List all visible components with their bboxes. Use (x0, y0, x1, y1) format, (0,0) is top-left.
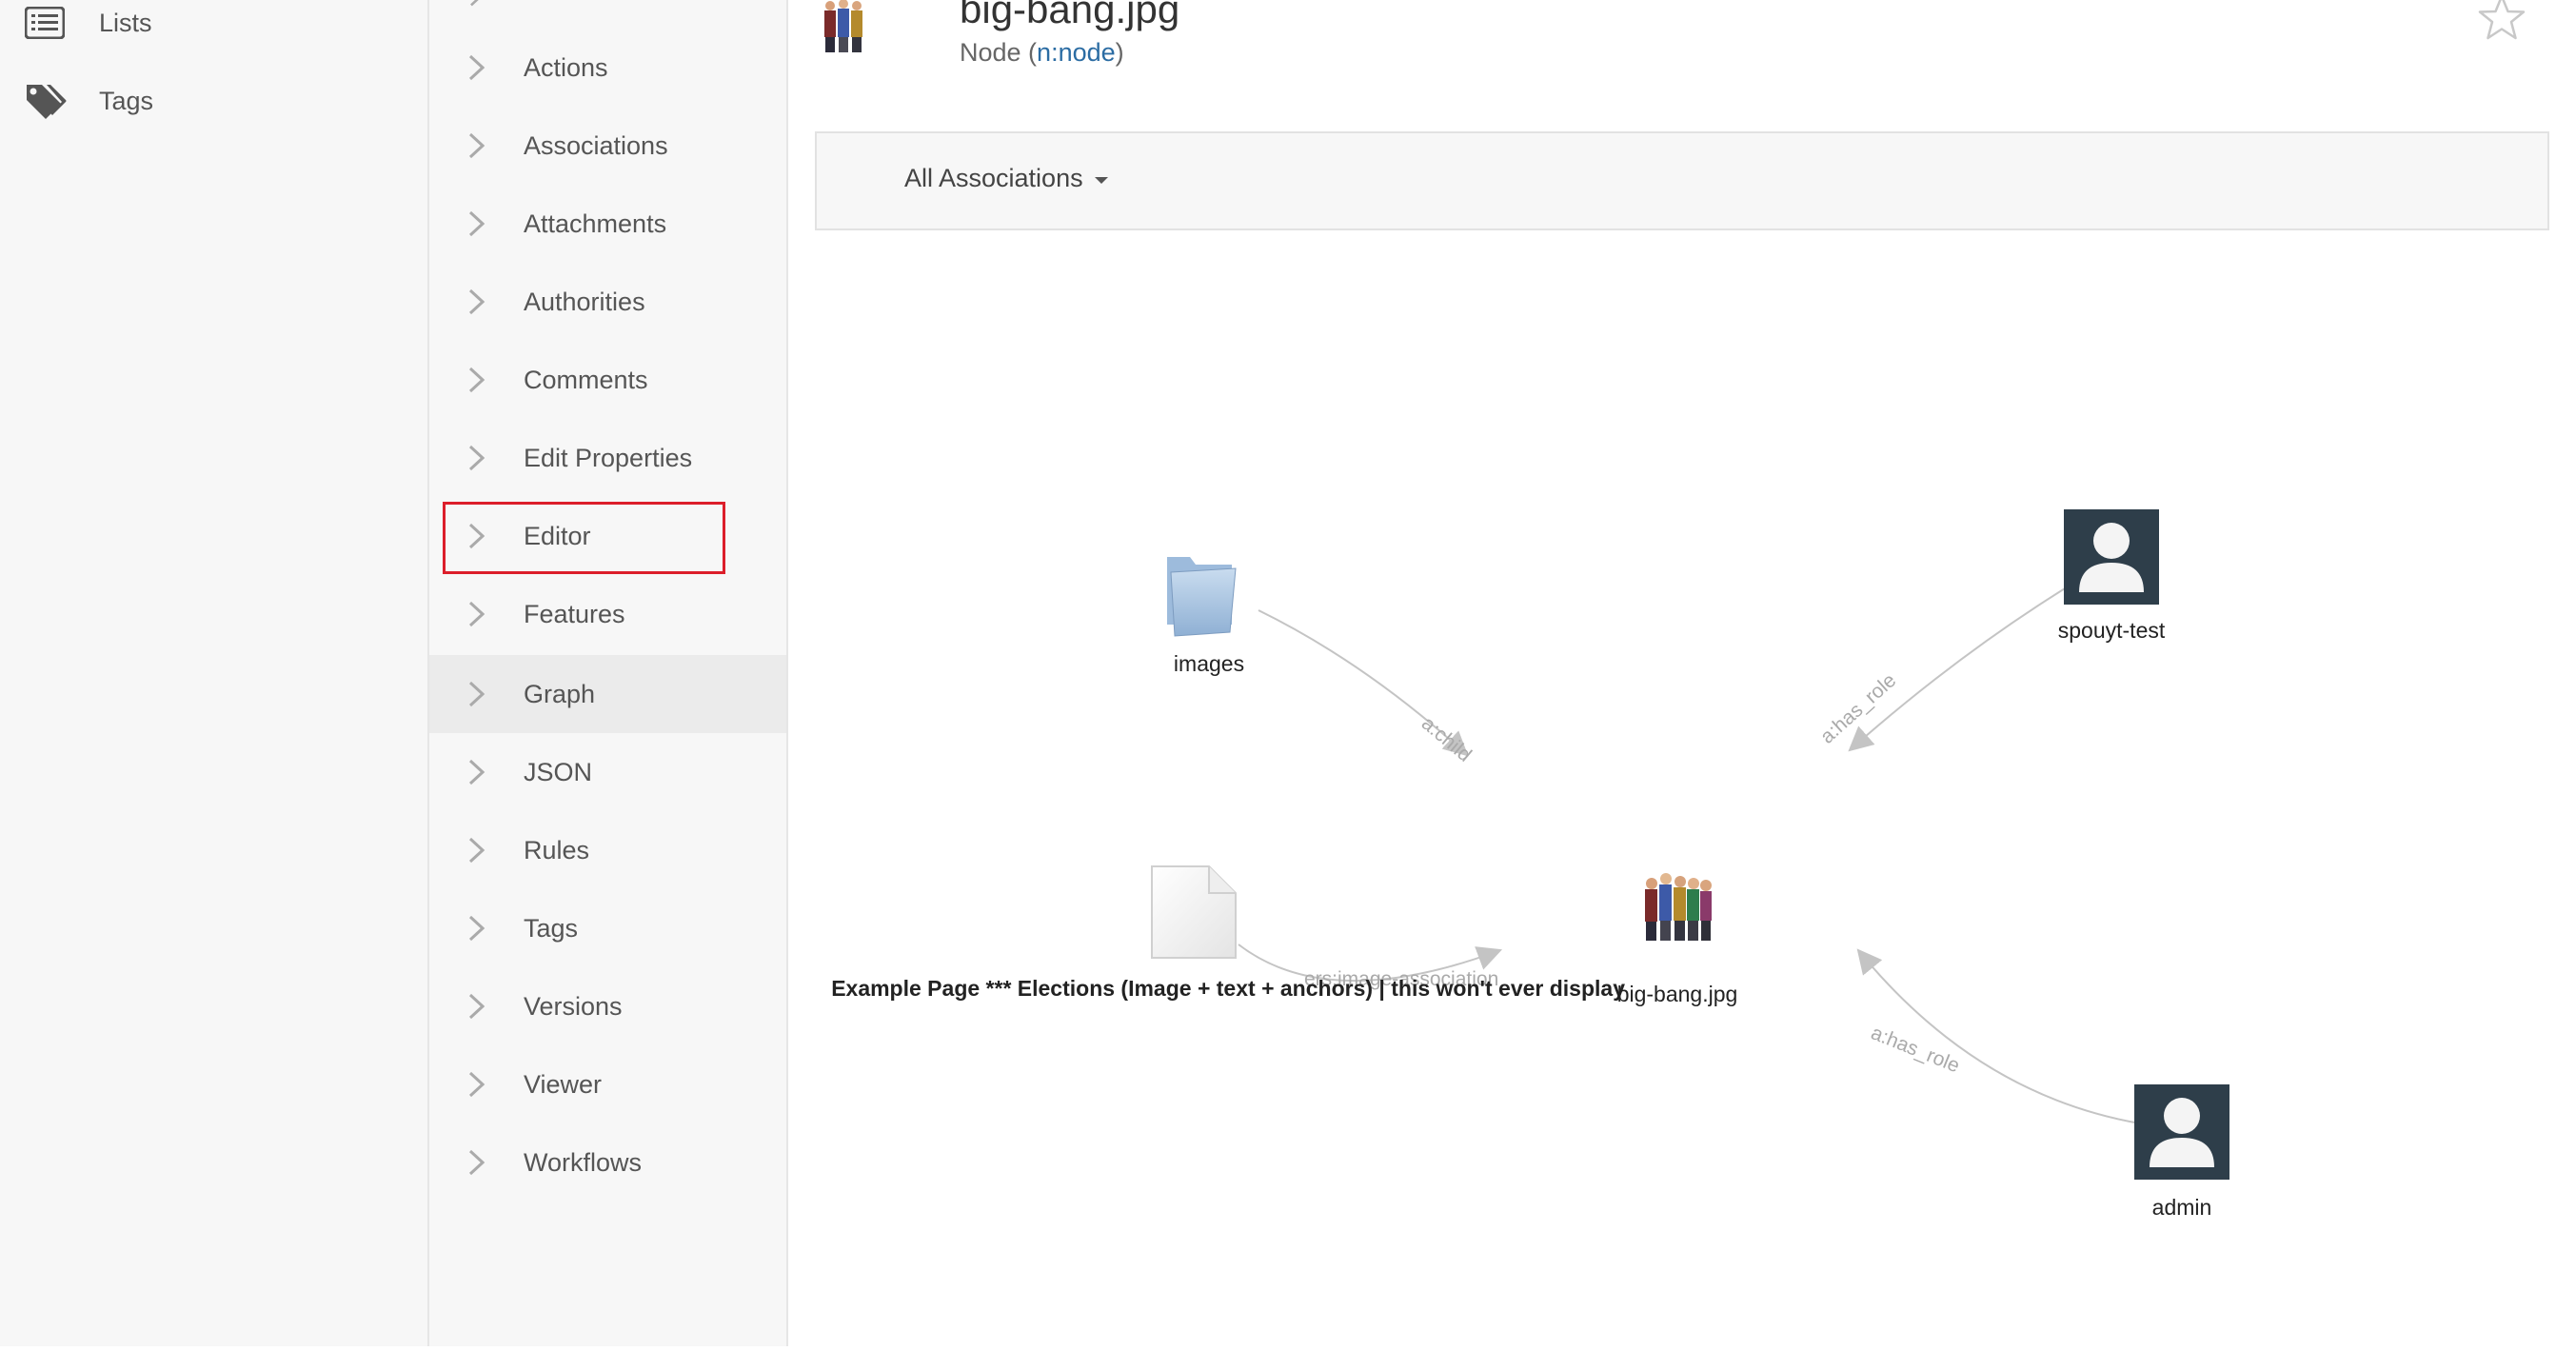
menu-item-viewer[interactable]: Viewer (429, 1045, 786, 1123)
chevron-right-icon (468, 601, 485, 627)
menu-item-label: Comments (524, 365, 648, 394)
menu-item-features[interactable]: Features (429, 575, 786, 653)
association-graph: a:child a:has_role a:has_role ers:image-… (815, 238, 2576, 1346)
graph-node-images[interactable]: images (1167, 557, 1244, 676)
folder-icon (1167, 557, 1237, 637)
graph-edge-label: a:has_role (1816, 669, 1900, 748)
chevron-right-icon (468, 288, 485, 315)
nav-item-label: Tags (99, 86, 154, 115)
menu-item-graph[interactable]: Graph (429, 655, 786, 733)
menu-item-actions[interactable]: Actions (429, 29, 786, 107)
graph-edge (1848, 585, 2071, 752)
graph-node-label: images (1174, 651, 1244, 676)
subtitle-suffix: ) (1115, 38, 1124, 67)
list-icon (23, 4, 67, 42)
graph-node-admin[interactable]: admin (2134, 1084, 2229, 1220)
menu-item-label: Edit Properties (524, 443, 693, 472)
menu-item-versions[interactable]: Versions (429, 967, 786, 1045)
menu-item-json[interactable]: JSON (429, 733, 786, 811)
chevron-right-icon (468, 681, 485, 707)
menu-item-label: Tags (524, 913, 579, 943)
menu-item-label: Graph (524, 679, 596, 708)
menu-item-authorities[interactable]: Authorities (429, 263, 786, 341)
association-filter-label: All Associations (904, 164, 1083, 192)
page-title: big-bang.jpg (960, 0, 1180, 31)
chevron-right-icon (468, 837, 485, 864)
chevron-right-icon (468, 54, 485, 81)
menu-item-label: Authorities (524, 287, 645, 316)
menu-item-rules[interactable]: Rules (429, 811, 786, 889)
menu-item-label: Rules (524, 835, 590, 864)
chevron-right-icon (468, 367, 485, 393)
caret-down-icon (1094, 177, 1108, 184)
node-actions-menu: Actions Associations Attachments Authori… (429, 0, 788, 1346)
menu-item-tags[interactable]: Tags (429, 889, 786, 967)
graph-node-label: admin (2152, 1195, 2212, 1220)
left-navigation: Lists Tags (0, 0, 429, 1346)
chevron-right-icon (466, 0, 487, 8)
chevron-right-icon (468, 993, 485, 1020)
tags-icon (23, 82, 67, 120)
chevron-right-icon (468, 210, 485, 237)
chevron-right-icon (468, 915, 485, 942)
menu-item-label: Workflows (524, 1147, 643, 1177)
photo-thumbnail-icon (1645, 873, 1712, 941)
chevron-right-icon (468, 759, 485, 785)
menu-item-associations[interactable]: Associations (429, 107, 786, 185)
chevron-right-icon (468, 1071, 485, 1098)
graph-node-label: big-bang.jpg (1617, 982, 1738, 1006)
menu-item-label: Associations (524, 130, 668, 160)
user-avatar-icon (2064, 509, 2159, 605)
user-avatar-icon (2134, 1084, 2229, 1180)
menu-item-editor[interactable]: Editor (429, 497, 786, 575)
menu-item-workflows[interactable]: Workflows (429, 1123, 786, 1202)
nav-item-tags[interactable]: Tags (23, 72, 153, 129)
graph-node-big-bang[interactable]: big-bang.jpg (1617, 873, 1738, 1006)
association-filter-dropdown[interactable]: All Associations (904, 164, 1108, 193)
menu-item-label: Editor (524, 521, 591, 550)
chevron-right-icon (468, 1149, 485, 1176)
menu-item-label: Features (524, 599, 625, 628)
menu-item-label: Viewer (524, 1069, 603, 1099)
chevron-right-icon (468, 445, 485, 471)
graph-node-document[interactable]: Example Page *** Elections (Image + text… (831, 865, 1625, 1001)
graph-node-spouyt-test[interactable]: spouyt-test (2058, 509, 2166, 643)
menu-item-comments[interactable]: Comments (429, 341, 786, 419)
chevron-right-icon (468, 132, 485, 159)
node-thumbnail (821, 0, 868, 53)
menu-item-label: Actions (524, 52, 608, 82)
nav-item-label: Lists (99, 8, 152, 37)
association-filter-bar: All Associations (815, 131, 2549, 230)
nav-item-lists[interactable]: Lists (23, 0, 152, 51)
chevron-right-icon (468, 523, 485, 549)
menu-item-label: Attachments (524, 209, 667, 238)
node-type-subtitle: Node (n:node) (960, 38, 1124, 68)
graph-node-label: Example Page *** Elections (Image + text… (831, 976, 1625, 1001)
graph-edge-label: a:child (1417, 712, 1476, 766)
menu-item-edit-properties[interactable]: Edit Properties (429, 419, 786, 497)
document-icon (1151, 865, 1237, 959)
node-type-link[interactable]: n:node (1037, 38, 1116, 67)
subtitle-prefix: Node ( (960, 38, 1038, 67)
graph-node-label: spouyt-test (2058, 618, 2166, 643)
menu-item-label: JSON (524, 757, 593, 786)
graph-edge-label: a:has_role (1868, 1022, 1963, 1077)
menu-item-label: Versions (524, 991, 623, 1021)
favorite-star-icon[interactable] (2477, 0, 2526, 42)
menu-item-attachments[interactable]: Attachments (429, 185, 786, 263)
